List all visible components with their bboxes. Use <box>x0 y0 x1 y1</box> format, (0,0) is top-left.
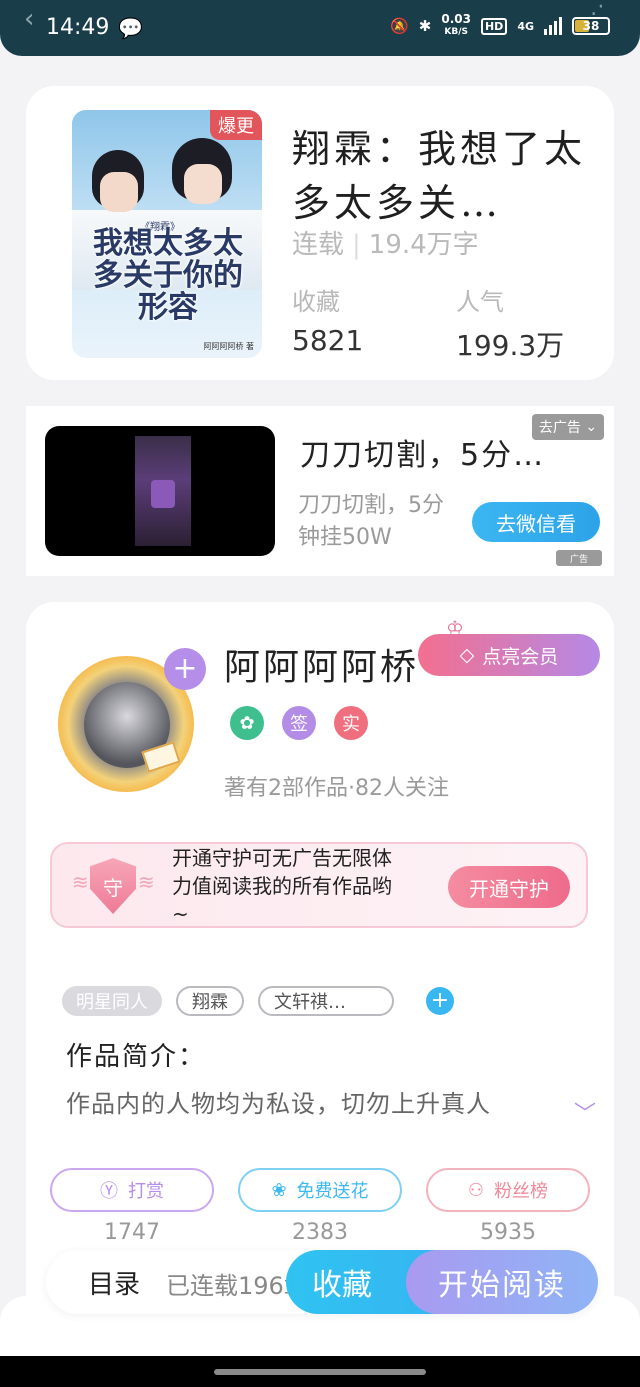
status-time: 14:49 <box>46 15 110 40</box>
author-name: 阿阿阿阿桥 <box>224 647 420 688</box>
book-cover[interactable]: 《翔霖》 我想太多太多关于你的形容 阿阿阿阿桥 著 爆更 <box>72 110 262 358</box>
popularity-count: 199.3万 <box>456 329 565 362</box>
tag-chip[interactable]: 明星同人 <box>62 986 162 1016</box>
wing-icon: ≋ <box>72 870 89 894</box>
author-badges: ✿ 签 实 <box>230 706 368 740</box>
shield-icon: 守 <box>90 858 136 914</box>
reward-action: Ⓨ 打赏 1747 <box>50 1168 214 1245</box>
diamond-icon: ◇ <box>459 644 475 666</box>
ad-banner[interactable]: 刀刀切割，5分… 刀刀切割，5分钟挂50W 去广告 ⌄ 去微信看 广告 <box>26 406 614 576</box>
ad-subtitle: 刀刀切割，5分钟挂50W <box>298 493 444 550</box>
start-reading-button[interactable]: 开始阅读 <box>406 1250 598 1314</box>
ad-title: 刀刀切割，5分… <box>300 438 546 473</box>
signal-icon <box>544 17 562 35</box>
status-icons: 🔕 ✱ 0.03 KB/S HD 4G 38 <box>390 12 610 38</box>
guard-banner[interactable]: ≋ 守 ≋ 开通守护可无广告无限体力值阅读我的所有作品哟~ 开通守护 <box>50 842 588 928</box>
popularity-label: 人气 <box>456 288 504 316</box>
intro-text: 作品内的人物均为私设，切勿上升真人 <box>66 1090 491 1118</box>
cover-figure-face <box>184 164 222 204</box>
verified-badge[interactable]: 实 <box>334 706 368 740</box>
cover-figure-face <box>100 172 138 212</box>
ad-tag: 广告 <box>556 550 602 566</box>
add-tag-icon[interactable]: + <box>426 987 454 1015</box>
hd-icon: HD <box>480 17 508 35</box>
author-card: + 阿阿阿阿桥 ♔ ◇ 点亮会员 ✿ 签 实 著有2部作品·82人关注 ≋ 守 … <box>26 602 614 1362</box>
ad-video[interactable] <box>45 426 275 556</box>
cover-title: 我想太多太多关于你的形容 <box>93 226 243 325</box>
chapter-count: 已连载196章 <box>166 1272 296 1300</box>
battery-icon: 38 <box>572 17 610 35</box>
flower-icon: ❀ <box>271 1179 287 1201</box>
toc-button[interactable]: 目录 <box>88 1264 140 1301</box>
bluetooth-icon: ✱ <box>418 17 432 35</box>
guard-button[interactable]: 开通守护 <box>448 866 570 908</box>
intro-heading: 作品简介： <box>66 1042 207 1072</box>
tag-chip[interactable]: 文轩祺… <box>258 986 394 1016</box>
expand-chevron-icon[interactable]: ﹀ <box>574 1096 596 1128</box>
yen-icon: Ⓨ <box>100 1181 118 1202</box>
book-status: 连载 | 19.4万字 <box>292 230 479 260</box>
reward-count: 1747 <box>104 1220 160 1245</box>
send-flower-button[interactable]: ❀ 免费送花 <box>238 1168 402 1212</box>
action-row: Ⓨ 打赏 1747 ❀ 免费送花 2383 ⚇ 粉丝榜 5935 <box>50 1168 590 1245</box>
medal-icon[interactable]: ✿ <box>230 706 264 740</box>
wing-icon: ≋ <box>138 870 155 894</box>
author-avatar[interactable]: + <box>50 648 206 796</box>
back-icon[interactable]: ‹ <box>24 4 34 34</box>
fans-action: ⚇ 粉丝榜 5935 <box>426 1168 590 1245</box>
ad-video-frame <box>135 436 191 546</box>
divider: | <box>352 230 361 260</box>
wechat-icon: 💬 <box>118 16 143 40</box>
reward-button[interactable]: Ⓨ 打赏 <box>50 1168 214 1212</box>
book-tags: 明星同人 翔霖 文轩祺… + <box>62 986 454 1016</box>
bottom-action-bar: 目录 已连载196章 收藏 开始阅读 <box>46 1250 598 1314</box>
net-speed: 0.03 KB/S <box>441 12 471 37</box>
favorites-count: 5821 <box>292 324 364 357</box>
guard-description: 开通守护可无广告无限体力值阅读我的所有作品哟~ <box>172 846 392 926</box>
home-indicator[interactable] <box>0 1356 640 1387</box>
remove-ad-button[interactable]: 去广告 ⌄ <box>532 414 604 440</box>
book-info-card: 《翔霖》 我想太多太多关于你的形容 阿阿阿阿桥 著 爆更 翔霖：我想了太多太多关… <box>26 86 614 380</box>
book-title: 翔霖：我想了太多太多关… <box>292 127 587 225</box>
mute-icon: 🔕 <box>390 17 409 35</box>
network-type: 4G <box>517 19 534 33</box>
flower-count: 2383 <box>292 1220 348 1245</box>
signed-badge[interactable]: 签 <box>282 706 316 740</box>
tag-chip[interactable]: 翔霖 <box>176 986 244 1016</box>
status-bar: ‹ 14:49 💬 ⋰ 🔕 ✱ 0.03 KB/S HD 4G 38 <box>0 0 640 56</box>
follow-plus-icon[interactable]: + <box>164 648 206 690</box>
fans-count: 5935 <box>480 1220 536 1245</box>
user-icon: ⚇ <box>467 1179 485 1201</box>
favorites-label: 收藏 <box>292 288 340 316</box>
author-meta: 著有2部作品·82人关注 <box>224 776 449 801</box>
cover-author: 阿阿阿阿桥 著 <box>203 342 254 351</box>
flower-action: ❀ 免费送花 2383 <box>238 1168 402 1245</box>
vip-button[interactable]: ◇ 点亮会员 <box>418 634 600 676</box>
hot-update-badge: 爆更 <box>210 110 262 140</box>
fans-rank-button[interactable]: ⚇ 粉丝榜 <box>426 1168 590 1212</box>
ad-cta-button[interactable]: 去微信看 <box>472 502 600 542</box>
